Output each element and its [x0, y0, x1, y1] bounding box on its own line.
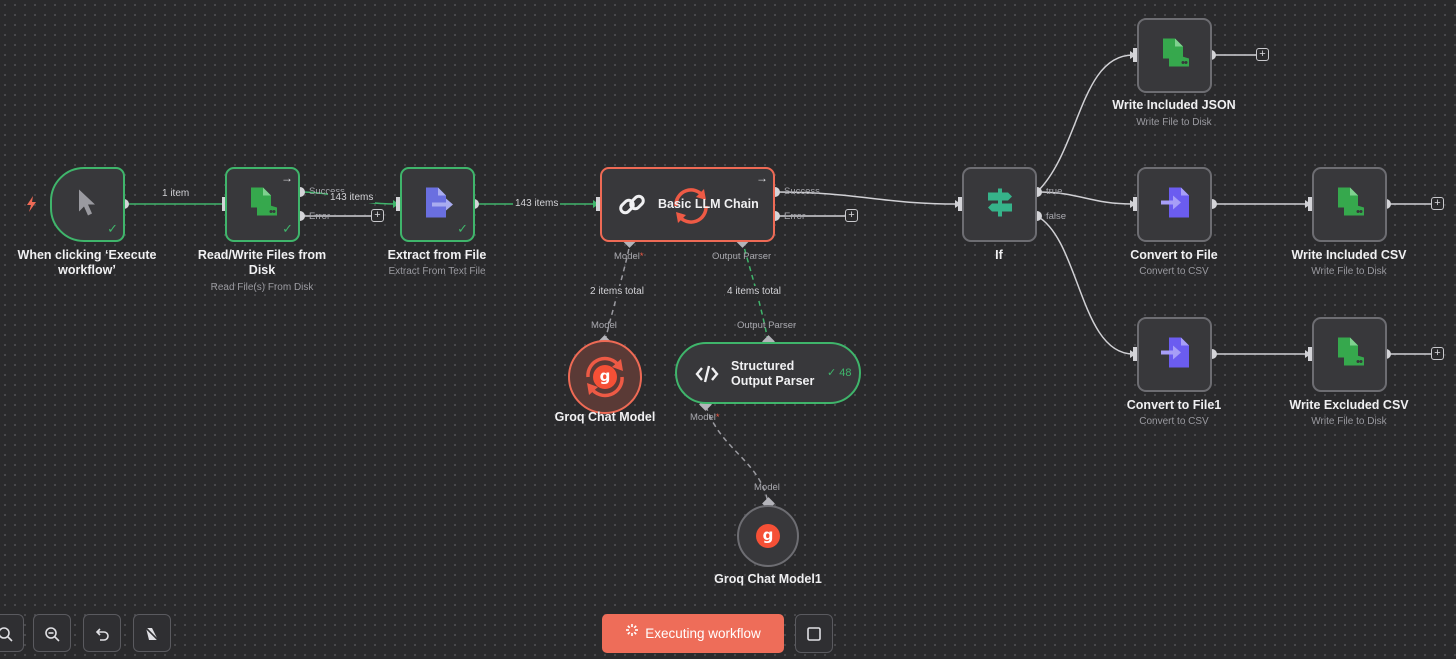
node-read-write-label: Read/Write Files from Disk [197, 248, 327, 277]
output-false-label: false [1046, 211, 1067, 222]
zoom-out-button[interactable] [33, 614, 71, 652]
node-write-excluded-sub: Write File to Disk [1311, 416, 1387, 427]
chain-link-icon [616, 189, 648, 226]
zoom-in-icon [0, 627, 13, 642]
cursor-icon [75, 187, 101, 222]
success-check-icon: ✓ [107, 221, 118, 236]
connector-model-label: Model* [614, 251, 644, 262]
node-extract-sub: Extract From Text File [388, 266, 486, 277]
node-groq-chat-model1[interactable]: g [737, 505, 799, 567]
edge-label-rw-extract: 143 items [328, 192, 376, 203]
node-convert-to-file[interactable] [1137, 167, 1212, 242]
connector-model-label: Model [754, 482, 780, 493]
clear-execution-button[interactable] [133, 614, 171, 652]
node-extract-label: Extract from File [387, 248, 487, 262]
output-true-label: true [1046, 186, 1063, 197]
convert-file-icon [1159, 185, 1191, 224]
output-error-label: Error [784, 211, 806, 222]
groq-icon: g [756, 524, 780, 548]
connector-model-label: Model* [690, 412, 720, 423]
edge-if-false-convert1 [1036, 215, 1134, 355]
file-disk-icon [1159, 36, 1191, 75]
node-extract-from-file[interactable]: ✓ [400, 167, 475, 242]
file-disk-icon [1334, 185, 1366, 224]
add-node-button[interactable]: + [371, 209, 384, 222]
node-llm-label: Basic LLM Chain [658, 197, 759, 211]
connector-model-label: Model [591, 320, 617, 331]
node-write-excluded-label: Write Excluded CSV [1289, 398, 1409, 412]
edge-label-extract-llm: 143 items [513, 198, 561, 209]
node-write-included-csv[interactable] [1312, 167, 1387, 242]
executing-label: Executing workflow [645, 626, 761, 641]
edge-label-groq-llm: 2 items total [588, 286, 646, 297]
node-convert-to-file1[interactable] [1137, 317, 1212, 392]
trigger-bolt-icon [27, 196, 36, 212]
file-disk-icon [247, 185, 279, 224]
run-count-badge: ✓ 48 [827, 367, 852, 379]
executing-workflow-button[interactable]: Executing workflow [602, 614, 784, 653]
node-groq1-label: Groq Chat Model1 [714, 572, 822, 586]
loading-spinner-icon [625, 613, 639, 652]
connector-output-parser-label: Output Parser [712, 251, 772, 262]
success-check-icon: ✓ [282, 221, 293, 236]
node-parser-label-line1: Structured [731, 359, 795, 373]
node-if[interactable] [962, 167, 1037, 242]
signpost-icon [984, 186, 1016, 223]
add-node-button[interactable]: + [1256, 48, 1269, 61]
node-write-csv-sub: Write File to Disk [1311, 266, 1387, 277]
zoom-in-button[interactable] [0, 614, 24, 652]
node-groq-label: Groq Chat Model [554, 410, 656, 424]
code-icon [695, 363, 719, 390]
node-convert-label: Convert to File [1130, 248, 1218, 262]
node-write-csv-label: Write Included CSV [1291, 248, 1407, 262]
stop-execution-button[interactable] [795, 614, 833, 653]
add-node-button[interactable]: + [845, 209, 858, 222]
arrow-right-icon: → [281, 171, 293, 185]
edge-label-parser-llm: 4 items total [725, 286, 783, 297]
file-disk-icon [1334, 335, 1366, 374]
node-write-included-json[interactable] [1137, 18, 1212, 93]
zoom-out-icon [45, 627, 60, 642]
add-node-button[interactable]: + [1431, 197, 1444, 210]
arrow-right-icon: → [756, 171, 768, 185]
eraser-icon [144, 626, 160, 642]
node-write-excluded-csv[interactable] [1312, 317, 1387, 392]
node-parser-label-line2: Output Parser [731, 374, 815, 388]
output-success-label: Success [784, 186, 820, 197]
convert-file-icon [1159, 335, 1191, 374]
undo-icon [95, 628, 109, 641]
file-arrow-icon [422, 185, 454, 224]
node-convert1-label: Convert to File1 [1126, 398, 1222, 412]
undo-button[interactable] [83, 614, 121, 652]
output-error-label: Error [309, 211, 331, 222]
node-structured-output-parser[interactable]: Structured Output Parser ✓ 48 [675, 342, 861, 404]
edge-label-trigger-rw: 1 item [160, 188, 192, 199]
node-convert1-sub: Convert to CSV [1139, 416, 1209, 427]
node-write-json-label: Write Included JSON [1112, 98, 1236, 112]
node-groq-chat-model[interactable]: g [568, 340, 642, 414]
node-if-label: If [995, 248, 1003, 262]
node-basic-llm-chain[interactable]: Basic LLM Chain → [600, 167, 775, 242]
connector-output-parser-label: Output Parser [737, 320, 797, 331]
success-check-icon: ✓ [457, 221, 468, 236]
stop-icon [807, 627, 821, 641]
add-node-button[interactable]: + [1431, 347, 1444, 360]
node-trigger[interactable]: ✓ [50, 167, 125, 242]
groq-icon: g [593, 365, 617, 389]
node-read-write-sub: Read File(s) From Disk [210, 282, 314, 293]
node-write-json-sub: Write File to Disk [1136, 117, 1212, 128]
node-read-write-files[interactable]: ✓ → [225, 167, 300, 242]
node-convert-sub: Convert to CSV [1139, 266, 1209, 277]
node-trigger-label: When clicking ‘Execute workflow’ [17, 248, 157, 277]
